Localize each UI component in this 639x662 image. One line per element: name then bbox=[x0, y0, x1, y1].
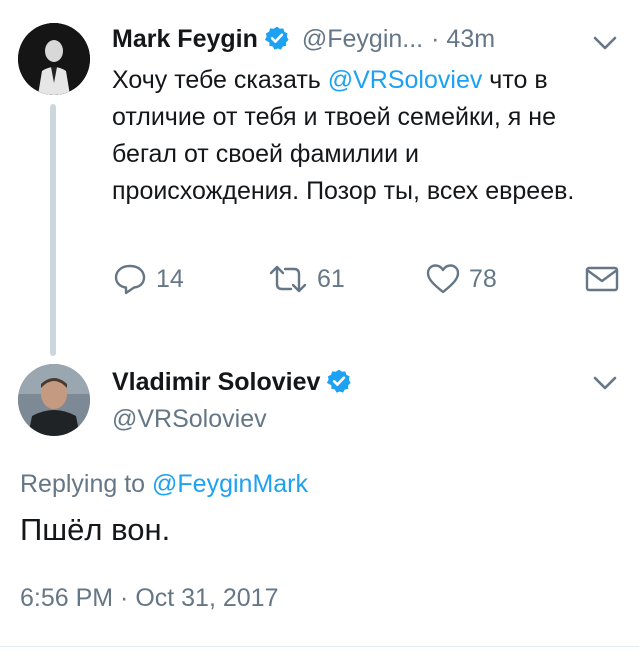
person-silhouette-icon bbox=[18, 23, 90, 95]
author-name[interactable]: Mark Feygin bbox=[112, 25, 258, 53]
retweet-count: 61 bbox=[317, 264, 345, 293]
tweet1-header: Mark Feygin @Feygin... · 43m bbox=[112, 25, 495, 54]
reply-icon bbox=[114, 264, 146, 295]
retweet-button[interactable]: 61 bbox=[267, 262, 345, 296]
chevron-down-icon[interactable] bbox=[590, 33, 620, 53]
person-photo-icon bbox=[18, 364, 90, 436]
envelope-icon bbox=[585, 266, 619, 292]
reply-button[interactable]: 14 bbox=[112, 262, 184, 296]
heart-icon bbox=[426, 264, 460, 294]
author-handle[interactable]: @Feygin... bbox=[302, 25, 423, 53]
tweet1-actions: 14 61 78 bbox=[112, 262, 624, 298]
avatar-mark-feygin[interactable] bbox=[18, 23, 90, 95]
verified-badge-icon bbox=[327, 369, 352, 393]
tweet-timestamp[interactable]: 6:56 PM · Oct 31, 2017 bbox=[20, 584, 278, 613]
divider bbox=[0, 646, 639, 647]
author-name[interactable]: Vladimir Soloviev bbox=[112, 368, 320, 396]
tweet2-text: Пшёл вон. bbox=[20, 512, 171, 547]
chevron-down-icon[interactable] bbox=[590, 373, 620, 393]
replying-to-mention[interactable]: @FeyginMark bbox=[152, 470, 308, 498]
thread-connector-line bbox=[50, 104, 56, 356]
tweet1-text: Хочу тебе сказать @VRSoloviev что в отли… bbox=[112, 62, 612, 210]
like-button[interactable]: 78 bbox=[425, 262, 497, 296]
reply-count: 14 bbox=[156, 264, 184, 293]
avatar-vladimir-soloviev[interactable] bbox=[18, 364, 90, 436]
retweet-icon bbox=[269, 265, 307, 293]
verified-badge-icon bbox=[264, 26, 289, 50]
like-count: 78 bbox=[469, 264, 497, 293]
direct-message-button[interactable] bbox=[584, 262, 628, 296]
author-handle[interactable]: @VRSoloviev bbox=[112, 405, 267, 434]
mention-link[interactable]: @VRSoloviev bbox=[328, 66, 483, 94]
tweet2-author-row: Vladimir Soloviev bbox=[112, 368, 352, 397]
replying-to-line: Replying to @FeyginMark bbox=[20, 470, 308, 499]
replying-prefix: Replying to bbox=[20, 470, 153, 498]
tweet-text-part: Хочу тебе сказать bbox=[112, 66, 328, 94]
tweet-time[interactable]: · 43m bbox=[431, 25, 495, 53]
